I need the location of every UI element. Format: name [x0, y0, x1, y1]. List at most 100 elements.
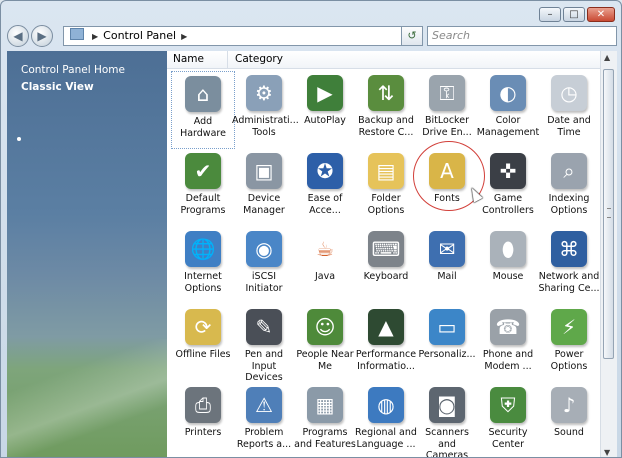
forward-button[interactable]: ▶ — [31, 25, 53, 47]
item-label: Sound — [554, 427, 584, 438]
item-label: People Near Me — [296, 349, 354, 372]
item-label: Device Manager — [243, 193, 285, 216]
item-ease-of-access[interactable]: ✪ Ease of Acce... — [293, 149, 357, 227]
backup-restore-icon: ⇅ — [368, 75, 404, 111]
ease-of-access-icon: ✪ — [307, 153, 343, 189]
item-device-manager[interactable]: ▣ Device Manager — [232, 149, 296, 227]
item-bitlocker[interactable]: ⚿ BitLocker Drive En... — [415, 71, 479, 149]
item-internet-options[interactable]: 🌐 Internet Options — [171, 227, 235, 305]
item-label: Programs and Features — [294, 427, 356, 450]
item-programs-features[interactable]: ▦ Programs and Features — [293, 383, 357, 457]
scroll-down-icon[interactable]: ▼ — [604, 448, 610, 457]
search-input[interactable]: Search — [427, 26, 617, 46]
item-label: Color Management — [476, 115, 540, 138]
item-autoplay[interactable]: ▶ AutoPlay — [293, 71, 357, 149]
classic-view-link[interactable]: Classic View — [21, 81, 94, 93]
item-label: AutoPlay — [304, 115, 346, 126]
color-management-icon: ◐ — [490, 75, 526, 111]
breadcrumb-control-panel[interactable]: Control Panel — [103, 29, 176, 42]
item-default-programs[interactable]: ✔ Default Programs — [171, 149, 235, 227]
minimize-button[interactable]: – — [539, 7, 561, 22]
item-color-management[interactable]: ◐ Color Management — [476, 71, 540, 149]
item-game-controllers[interactable]: ✜ Game Controllers — [476, 149, 540, 227]
item-label: Performance Informatio... — [355, 349, 417, 372]
item-label: Network and Sharing Ce... — [538, 271, 600, 294]
autoplay-icon: ▶ — [307, 75, 343, 111]
item-problem-reports[interactable]: ⚠ Problem Reports a... — [232, 383, 296, 457]
programs-features-icon: ▦ — [307, 387, 343, 423]
item-iscsi-initiator[interactable]: ◉ iSCSI Initiator — [232, 227, 296, 305]
item-personalization[interactable]: ▭ Personaliz... — [415, 305, 479, 383]
column-category[interactable]: Category — [235, 53, 283, 65]
item-label: Game Controllers — [482, 193, 534, 216]
sound-icon: ♪ — [551, 387, 587, 423]
item-keyboard[interactable]: ⌨ Keyboard — [354, 227, 418, 305]
item-add-hardware[interactable]: ⌂ Add Hardware — [171, 71, 235, 149]
content-pane: Name Category ⌂ Add Hardware ⚙ Administrati… — [167, 51, 617, 457]
close-button[interactable]: ✕ — [587, 7, 615, 22]
control-panel-home-link[interactable]: Control Panel Home — [21, 64, 125, 76]
item-label: Administrati... Tools — [232, 115, 299, 138]
date-time-icon: ◷ — [551, 75, 587, 111]
administrative-tools-icon: ⚙ — [246, 75, 282, 111]
item-label: Default Programs — [180, 193, 226, 216]
item-phone-modem[interactable]: ☎ Phone and Modem ... — [476, 305, 540, 383]
problem-reports-icon: ⚠ — [246, 387, 282, 423]
item-regional-language[interactable]: ◍ Regional and Language ... — [354, 383, 418, 457]
keyboard-icon: ⌨ — [368, 231, 404, 267]
power-options-icon: ⚡ — [551, 309, 587, 345]
item-java[interactable]: ☕ Java — [293, 227, 357, 305]
item-label: BitLocker Drive En... — [422, 115, 472, 138]
item-label: Indexing Options — [548, 193, 590, 216]
add-hardware-icon: ⌂ — [185, 76, 221, 112]
caption-buttons: – □ ✕ — [539, 7, 615, 22]
item-people-near-me[interactable]: ☺ People Near Me — [293, 305, 357, 383]
item-mouse[interactable]: ⬮ Mouse — [476, 227, 540, 305]
item-pen-input[interactable]: ✎ Pen and Input Devices — [232, 305, 296, 383]
scrollbar-thumb[interactable] — [603, 69, 614, 359]
item-label: iSCSI Initiator — [245, 271, 283, 294]
item-printers[interactable]: ⎙ Printers — [171, 383, 235, 457]
item-label: Mail — [437, 271, 457, 282]
game-controllers-icon: ✜ — [490, 153, 526, 189]
item-label: Pen and Input Devices — [244, 349, 284, 383]
item-label: Internet Options — [184, 271, 222, 294]
item-offline-files[interactable]: ⟳ Offline Files — [171, 305, 235, 383]
regional-language-icon: ◍ — [368, 387, 404, 423]
column-header: Name Category — [167, 51, 601, 69]
item-label: Printers — [184, 427, 222, 438]
item-label: Personaliz... — [418, 349, 476, 360]
java-icon: ☕ — [307, 231, 343, 267]
scroll-up-icon[interactable]: ▲ — [604, 53, 610, 62]
breadcrumb-arrow-icon[interactable]: ▶ — [181, 32, 187, 41]
item-administrative-tools[interactable]: ⚙ Administrati... Tools — [232, 71, 299, 149]
mail-icon: ✉ — [429, 231, 465, 267]
iscsi-initiator-icon: ◉ — [246, 231, 282, 267]
item-scanners-cameras[interactable]: ◙ Scanners and Cameras — [415, 383, 479, 457]
device-manager-icon: ▣ — [246, 153, 282, 189]
task-pane: Control Panel Home Classic View — [7, 51, 167, 457]
item-security-center[interactable]: ⛨ Security Center — [476, 383, 540, 457]
column-name[interactable]: Name — [173, 53, 204, 65]
item-date-time[interactable]: ◷ Date and Time — [537, 71, 601, 149]
folder-options-icon: ▤ — [368, 153, 404, 189]
item-performance-information[interactable]: ▲ Performance Informatio... — [354, 305, 418, 383]
indexing-options-icon: ⌕ — [551, 153, 587, 189]
item-folder-options[interactable]: ▤ Folder Options — [354, 149, 418, 227]
item-power-options[interactable]: ⚡ Power Options — [537, 305, 601, 383]
vertical-scrollbar[interactable]: ▲ ▼ — [600, 51, 617, 457]
item-network-sharing[interactable]: ⌘ Network and Sharing Ce... — [537, 227, 601, 305]
address-bar[interactable]: ▶Control Panel▶ ▼ — [63, 26, 417, 46]
item-indexing-options[interactable]: ⌕ Indexing Options — [537, 149, 601, 227]
security-center-icon: ⛨ — [490, 387, 526, 423]
maximize-button[interactable]: □ — [563, 7, 585, 22]
item-sound[interactable]: ♪ Sound — [537, 383, 601, 457]
refresh-button[interactable]: ↺ — [401, 26, 423, 46]
performance-information-icon: ▲ — [368, 309, 404, 345]
item-backup-restore[interactable]: ⇅ Backup and Restore C... — [354, 71, 418, 149]
back-button[interactable]: ◀ — [7, 25, 29, 47]
breadcrumb-arrow-icon: ▶ — [92, 32, 99, 41]
pen-input-icon: ✎ — [246, 309, 282, 345]
item-mail[interactable]: ✉ Mail — [415, 227, 479, 305]
item-label: Date and Time — [547, 115, 591, 138]
